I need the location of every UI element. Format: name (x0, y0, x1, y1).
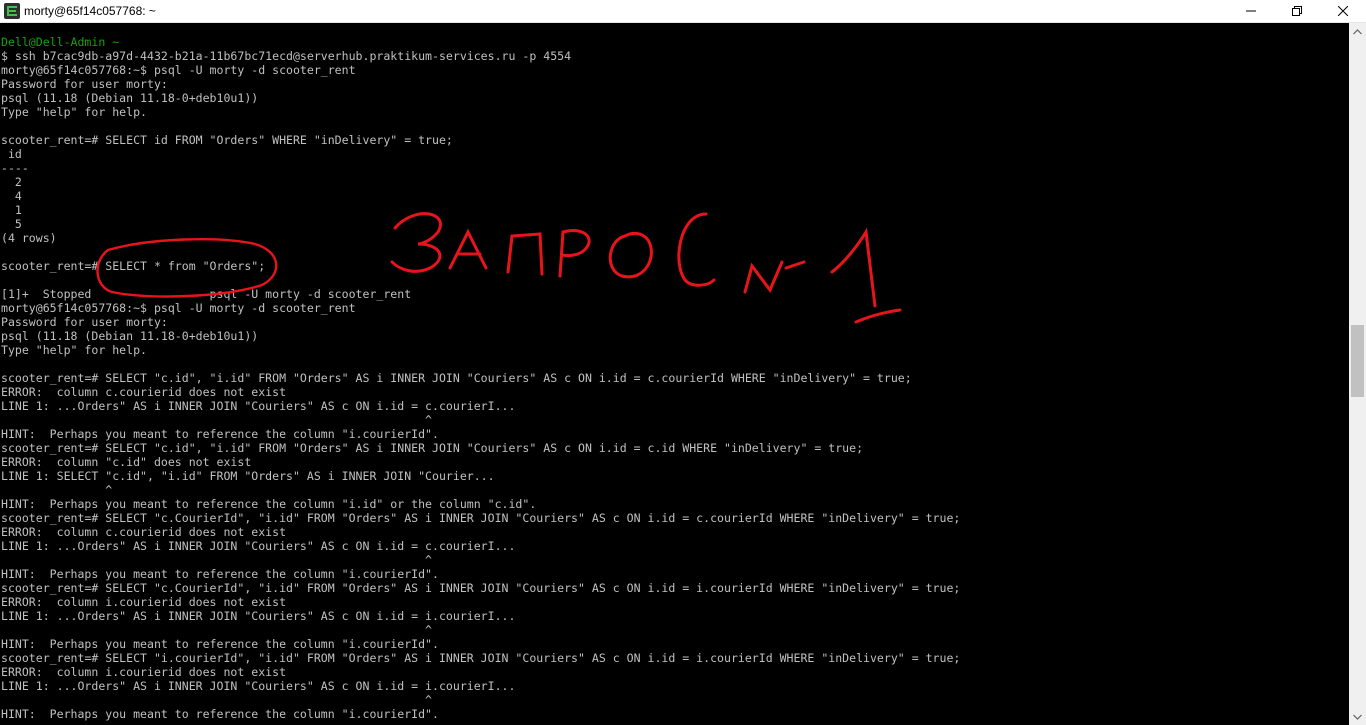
terminal-line: 4 (1, 189, 22, 203)
terminal-line: 1 (1, 203, 22, 217)
terminal-line: LINE 1: SELECT "c.id", "i.id" FROM "Orde… (1, 469, 495, 483)
scroll-down-arrow-icon (1353, 714, 1362, 720)
terminal-line: scooter_rent=# SELECT "c.CourierId", "i.… (1, 511, 961, 525)
terminal-line: ^ (1, 483, 113, 497)
terminal-line: [1]+ Stopped psql -U morty -d scooter_re… (1, 287, 412, 301)
restore-icon (1292, 6, 1302, 16)
terminal-line: ^ (1, 693, 433, 707)
terminal-line: LINE 1: ...Orders" AS i INNER JOIN "Cour… (1, 679, 516, 693)
terminal-line: LINE 1: ...Orders" AS i INNER JOIN "Cour… (1, 539, 516, 553)
terminal-line: Password for user morty: (1, 77, 168, 91)
terminal-line: scooter_rent=# SELECT "c.CourierId", "i.… (1, 581, 961, 595)
terminal-line: HINT: Perhaps you meant to reference the… (1, 497, 537, 511)
terminal-line: psql (11.18 (Debian 11.18-0+deb10u1)) (1, 91, 259, 105)
terminal-line: ERROR: column c.courierid does not exist (1, 385, 287, 399)
scroll-down-button[interactable] (1349, 708, 1366, 725)
terminal-line: LINE 1: ...Orders" AS i INNER JOIN "Cour… (1, 609, 516, 623)
terminal-line: LINE 1: ...Orders" AS i INNER JOIN "Cour… (1, 399, 516, 413)
terminal-line: Password for user morty: (1, 315, 168, 329)
terminal-line: 2 (1, 175, 22, 189)
terminal-line: scooter_rent=# SELECT id FROM "Orders" W… (1, 133, 453, 147)
terminal-line: 5 (1, 217, 22, 231)
terminal-line: scooter_rent=# SELECT * from "Orders"; (1, 259, 266, 273)
terminal-line: Type "help" for help. (1, 343, 147, 357)
terminal-line: scooter_rent=# SELECT "c.id", "i.id" FRO… (1, 371, 912, 385)
terminal-line: scooter_rent=# SELECT "i.courierId", "i.… (1, 651, 961, 665)
minimize-button[interactable] (1228, 0, 1274, 22)
terminal-line: ERROR: column i.courierid does not exist (1, 665, 287, 679)
terminal-app-icon[interactable] (4, 3, 20, 19)
terminal-output[interactable]: Dell@Dell-Admin ~ $ ssh b7cac9db-a97d-443… (0, 35, 1348, 725)
close-icon (1338, 6, 1348, 16)
terminal-line: HINT: Perhaps you meant to reference the… (1, 707, 439, 721)
terminal-line: ERROR: column i.courierid does not exist (1, 595, 287, 609)
terminal-line: $ ssh b7cac9db-a97d-4432-b21a-11b67bc71e… (1, 49, 572, 63)
terminal-line: ERROR: column c.courierid does not exist (1, 525, 287, 539)
scroll-up-button[interactable] (1349, 23, 1366, 40)
terminal-line: HINT: Perhaps you meant to reference the… (1, 567, 439, 581)
terminal-line: Dell@Dell-Admin ~ (1, 35, 120, 49)
terminal-line: HINT: Perhaps you meant to reference the… (1, 637, 439, 651)
scrollbar-thumb[interactable] (1351, 325, 1364, 397)
scroll-up-arrow-icon (1353, 28, 1362, 34)
restore-button[interactable] (1274, 0, 1320, 22)
terminal-line: morty@65f14c057768:~$ psql -U morty -d s… (1, 63, 356, 77)
terminal-window: morty@65f14c057768: ~ Dell@Dell-Admin ~ $… (0, 0, 1366, 725)
terminal-line: psql (11.18 (Debian 11.18-0+deb10u1)) (1, 329, 259, 343)
terminal-line: ERROR: column "c.id" does not exist (1, 455, 252, 469)
title-bar[interactable]: morty@65f14c057768: ~ (0, 0, 1366, 23)
terminal-line: id (1, 147, 22, 161)
terminal-line: ^ (1, 553, 433, 567)
terminal-line: ^ (1, 413, 433, 427)
terminal-line: morty@65f14c057768:~$ psql -U morty -d s… (1, 301, 356, 315)
terminal-line: (4 rows) (1, 231, 57, 245)
window-title: morty@65f14c057768: ~ (24, 4, 156, 18)
vertical-scrollbar[interactable] (1349, 23, 1366, 725)
terminal-line: ^ (1, 623, 433, 637)
terminal-line: ---- (1, 161, 29, 175)
terminal-line: Type "help" for help. (1, 105, 147, 119)
terminal-line: scooter_rent=# SELECT "c.id", "i.id" FRO… (1, 441, 864, 455)
terminal-line: HINT: Perhaps you meant to reference the… (1, 427, 439, 441)
close-button[interactable] (1320, 0, 1366, 22)
minimize-icon (1246, 10, 1256, 12)
terminal-lines: Dell@Dell-Admin ~ $ ssh b7cac9db-a97d-443… (0, 35, 1348, 721)
